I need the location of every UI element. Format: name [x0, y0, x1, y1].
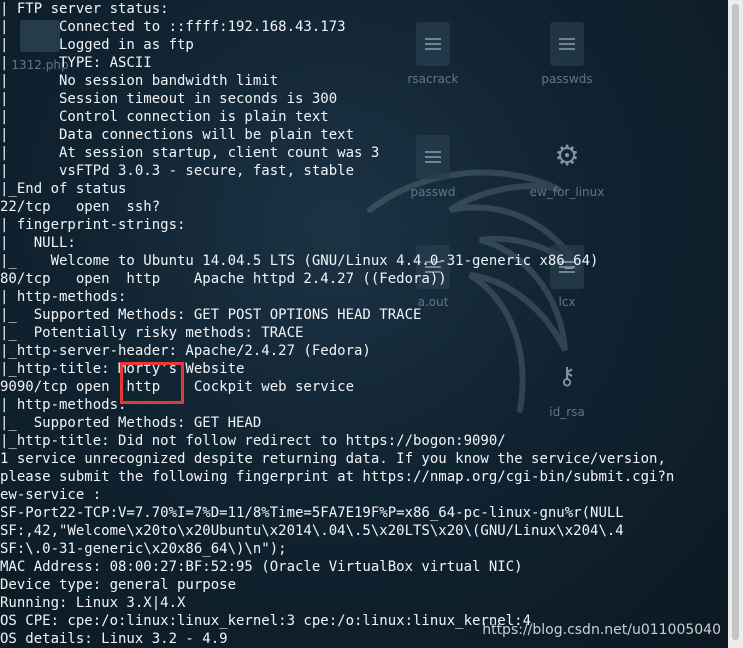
terminal-line: Device type: general purpose — [0, 577, 237, 593]
terminal-line: ew-service : — [0, 487, 102, 503]
terminal-line: | Data connections will be plain text — [0, 127, 355, 143]
terminal-line: |_ Welcome to Ubuntu 14.04.5 LTS (GNU/Li… — [0, 253, 599, 269]
terminal-line: | Session timeout in seconds is 300 — [0, 91, 338, 107]
terminal-window[interactable]: 1312.php rsacrack passwds passwd ⚙ ew_fo… — [0, 0, 728, 648]
terminal-line: | Control connection is plain text — [0, 109, 329, 125]
scrollbar-thumb[interactable] — [732, 4, 739, 640]
terminal-line: 80/tcp open http Apache httpd 2.4.27 ((F… — [0, 271, 447, 287]
terminal-line: SF:\.0-31-generic\x20x86_64\)\n"); — [0, 541, 287, 557]
terminal-line: | vsFTPd 3.0.3 - secure, fast, stable — [0, 163, 355, 179]
terminal-line: Running: Linux 3.X|4.X — [0, 595, 186, 611]
terminal-line: |_ Supported Methods: GET HEAD — [0, 415, 262, 431]
terminal-line: please submit the following fingerprint … — [0, 469, 675, 485]
terminal-line: | http-methods: — [0, 289, 127, 305]
terminal-line: | Connected to ::ffff:192.168.43.173 — [0, 19, 346, 35]
terminal-line: 22/tcp open ssh? — [0, 199, 161, 215]
highlight-box — [120, 362, 184, 404]
terminal-line: | NULL: — [0, 235, 76, 251]
terminal-line: | At session startup, client count was 3 — [0, 145, 380, 161]
terminal-line: |_http-server-header: Apache/2.4.27 (Fed… — [0, 343, 371, 359]
vertical-scrollbar[interactable] — [728, 0, 743, 648]
terminal-line: OS CPE: cpe:/o:linux:linux_kernel:3 cpe:… — [0, 613, 532, 629]
terminal-line: |_ Potentially risky methods: TRACE — [0, 325, 304, 341]
terminal-line: MAC Address: 08:00:27:BF:52:95 (Oracle V… — [0, 559, 523, 575]
terminal-line: | No session bandwidth limit — [0, 73, 279, 89]
terminal-line: | Logged in as ftp — [0, 37, 194, 53]
terminal-output: | FTP server status: | Connected to ::ff… — [0, 0, 674, 648]
terminal-line: |_http-title: Did not follow redirect to… — [0, 433, 506, 449]
terminal-line: | TYPE: ASCII — [0, 55, 152, 71]
terminal-line: SF-Port22-TCP:V=7.70%I=7%D=11/8%Time=5FA… — [0, 505, 624, 521]
terminal-line: |_End of status — [0, 181, 127, 197]
terminal-line: |_ Supported Methods: GET POST OPTIONS H… — [0, 307, 422, 323]
terminal-line: | http-methods: — [0, 397, 127, 413]
terminal-line: 1 service unrecognized despite returning… — [0, 451, 666, 467]
terminal-line: | fingerprint-strings: — [0, 217, 186, 233]
terminal-line: | FTP server status: — [0, 1, 169, 17]
terminal-line: OS details: Linux 3.2 - 4.9 — [0, 631, 228, 647]
watermark: https://blog.csdn.net/u011005040 — [482, 622, 721, 638]
terminal-line: SF:,42,"Welcome\x20to\x20Ubuntu\x2014\.0… — [0, 523, 624, 539]
